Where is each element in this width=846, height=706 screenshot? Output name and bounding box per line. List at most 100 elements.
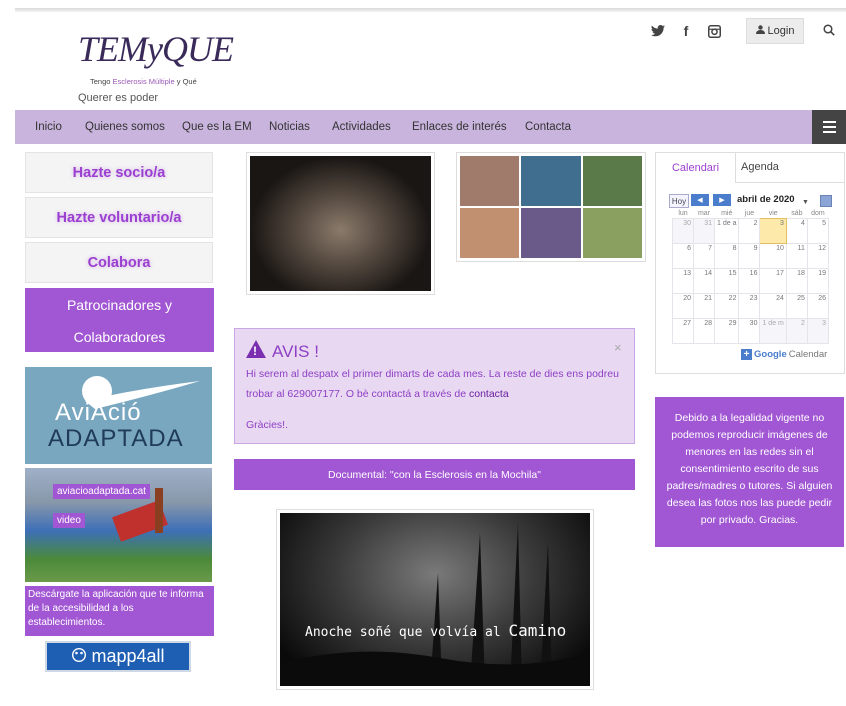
tab-divider xyxy=(735,182,844,183)
news-image-collage[interactable] xyxy=(456,152,646,262)
people-icon xyxy=(71,646,87,667)
calendar-day[interactable]: 31 xyxy=(693,218,715,244)
patro-line-1: Patrocinadores y xyxy=(66,297,173,313)
calendar-day[interactable]: 6 xyxy=(672,243,694,269)
site-logo[interactable]: TEMyQUE xyxy=(78,28,234,70)
plus-icon: + xyxy=(741,348,752,360)
calendar-day[interactable]: 9 xyxy=(738,243,761,269)
calendar-day[interactable]: 2 xyxy=(738,218,761,244)
weekday-header: mar xyxy=(697,210,711,217)
news-image-1[interactable] xyxy=(246,152,435,295)
weekday-header: vie xyxy=(768,210,778,217)
video-caption: Anoche soñé que volvía al Camino xyxy=(305,621,567,640)
nav-item-enlaces[interactable]: Enlaces de interés xyxy=(412,121,507,133)
calendar-day[interactable]: 7 xyxy=(693,243,715,269)
calendar-day[interactable]: 8 xyxy=(713,243,740,269)
calendar-day[interactable]: 30 xyxy=(672,218,694,244)
tab-agenda[interactable]: Agenda xyxy=(741,161,779,173)
next-month-icon[interactable]: ▶ xyxy=(713,194,731,206)
calendar-day[interactable]: 1 de a xyxy=(713,218,740,244)
nav-item-actividades[interactable]: Actividades xyxy=(332,121,391,133)
calendar-month: abril de 2020 xyxy=(737,194,795,205)
calendar-day[interactable]: 20 xyxy=(672,293,694,319)
calendar-day[interactable]: 11 xyxy=(785,243,808,269)
calendar-day[interactable]: 30 xyxy=(738,318,761,344)
contacta-link[interactable]: contacta xyxy=(469,388,509,400)
today-button[interactable]: Hoy xyxy=(669,194,689,208)
calendar-day[interactable]: 3 xyxy=(759,218,787,244)
user-icon xyxy=(755,25,765,37)
calendar-menu-icon[interactable] xyxy=(820,195,832,207)
hazte-socio-button[interactable]: Hazte socio/a xyxy=(25,152,213,193)
colabora-button[interactable]: Colabora xyxy=(25,242,213,283)
avi-word-1: AviAció xyxy=(55,399,142,426)
calendar-day[interactable]: 14 xyxy=(693,268,715,294)
close-icon[interactable]: × xyxy=(614,340,622,355)
calendar-day[interactable]: 2 xyxy=(785,318,808,344)
calendar-day[interactable]: 10 xyxy=(759,243,787,269)
warning-icon-mark: ! xyxy=(253,344,257,358)
weekday-header: mié xyxy=(721,210,733,217)
mapp4all-logo[interactable]: mapp4all xyxy=(45,641,191,672)
legal-notice: Debido a la legalidad vigente no podemos… xyxy=(655,397,844,547)
nav-item-quienes-somos[interactable]: Quienes somos xyxy=(85,121,165,133)
calendar-day[interactable]: 27 xyxy=(672,318,694,344)
descarga-app-text[interactable]: Descárgate la aplicación que te informa … xyxy=(25,586,214,636)
trees-silhouette xyxy=(280,523,590,686)
mapp4all-label: mapp4all xyxy=(91,646,165,666)
twitter-icon[interactable] xyxy=(646,20,670,42)
video-link[interactable]: video xyxy=(53,513,85,528)
calendar-day[interactable]: 4 xyxy=(785,218,808,244)
calendar-day[interactable]: 21 xyxy=(693,293,715,319)
prev-month-icon[interactable]: ◀ xyxy=(691,194,709,206)
nav-item-inicio[interactable]: Inicio xyxy=(35,121,62,133)
calendar-day[interactable]: 28 xyxy=(693,318,715,344)
facebook-icon[interactable]: f xyxy=(674,20,698,42)
calendar-day[interactable]: 26 xyxy=(806,293,830,319)
calendar-grid: lun mar mié jue vie sáb dom 30 31 1 de a23456789… xyxy=(672,209,830,344)
search-icon[interactable] xyxy=(818,19,840,41)
calendar-day[interactable]: 24 xyxy=(759,293,787,319)
calendar-day[interactable]: 16 xyxy=(738,268,761,294)
calendar-day[interactable]: 22 xyxy=(713,293,740,319)
weekday-header: lun xyxy=(678,210,688,217)
calendar-day[interactable]: 1 de m xyxy=(759,318,787,344)
weekday-header: sáb xyxy=(791,210,803,217)
nav-item-noticias[interactable]: Noticias xyxy=(269,121,310,133)
chevron-down-icon[interactable]: ▼ xyxy=(802,199,809,206)
avis-text: Hi serem al despatx el primer dimarts de… xyxy=(246,368,619,400)
calendar-day[interactable]: 23 xyxy=(738,293,761,319)
calendar-label: Calendar xyxy=(788,348,828,360)
aviacio-link[interactable]: aviacioadaptada.cat xyxy=(53,484,150,499)
logo-tagline: Tengo Esclerosis Múltiple y Qué xyxy=(90,77,197,86)
calendar-day[interactable]: 13 xyxy=(672,268,694,294)
nav-item-contacta[interactable]: Contacta xyxy=(525,121,571,133)
calendar-day[interactable]: 29 xyxy=(713,318,740,344)
google-label: Google xyxy=(754,348,787,360)
patrocinadores-button[interactable]: Patrocinadores y Colaboradores xyxy=(25,288,214,352)
google-calendar-button[interactable]: + Google Calendar xyxy=(741,347,828,361)
calendar-day[interactable]: 19 xyxy=(806,268,830,294)
hazte-voluntario-button[interactable]: Hazte voluntario/a xyxy=(25,197,213,238)
calendar-day[interactable]: 3 xyxy=(806,318,830,344)
calendar-day[interactable]: 12 xyxy=(806,243,830,269)
avi-word-2: ADAPTADA xyxy=(48,425,184,452)
tab-calendari[interactable]: Calendari xyxy=(656,153,736,183)
calendar-day[interactable]: 25 xyxy=(785,293,808,319)
top-shadow-bar xyxy=(15,8,846,12)
patro-line-2: Colaboradores xyxy=(73,329,166,345)
documental-button[interactable]: Documental: "con la Esclerosis en la Moc… xyxy=(234,459,635,490)
calendar-day[interactable]: 18 xyxy=(785,268,808,294)
weekday-header: dom xyxy=(811,210,825,217)
instagram-icon[interactable] xyxy=(702,20,726,42)
login-label: Login xyxy=(767,25,795,37)
login-button[interactable]: Login xyxy=(746,18,804,44)
menu-icon[interactable] xyxy=(812,110,846,144)
calendar-day[interactable]: 5 xyxy=(806,218,830,244)
calendar-day[interactable]: 15 xyxy=(713,268,740,294)
weekday-header: jue xyxy=(744,210,755,217)
aviacio-adaptada-banner[interactable]: AviAció ADAPTADA xyxy=(25,367,212,464)
nav-item-que-es-la-em[interactable]: Que es la EM xyxy=(182,121,252,133)
video-thumbnail[interactable] xyxy=(276,509,594,690)
calendar-day[interactable]: 17 xyxy=(759,268,787,294)
